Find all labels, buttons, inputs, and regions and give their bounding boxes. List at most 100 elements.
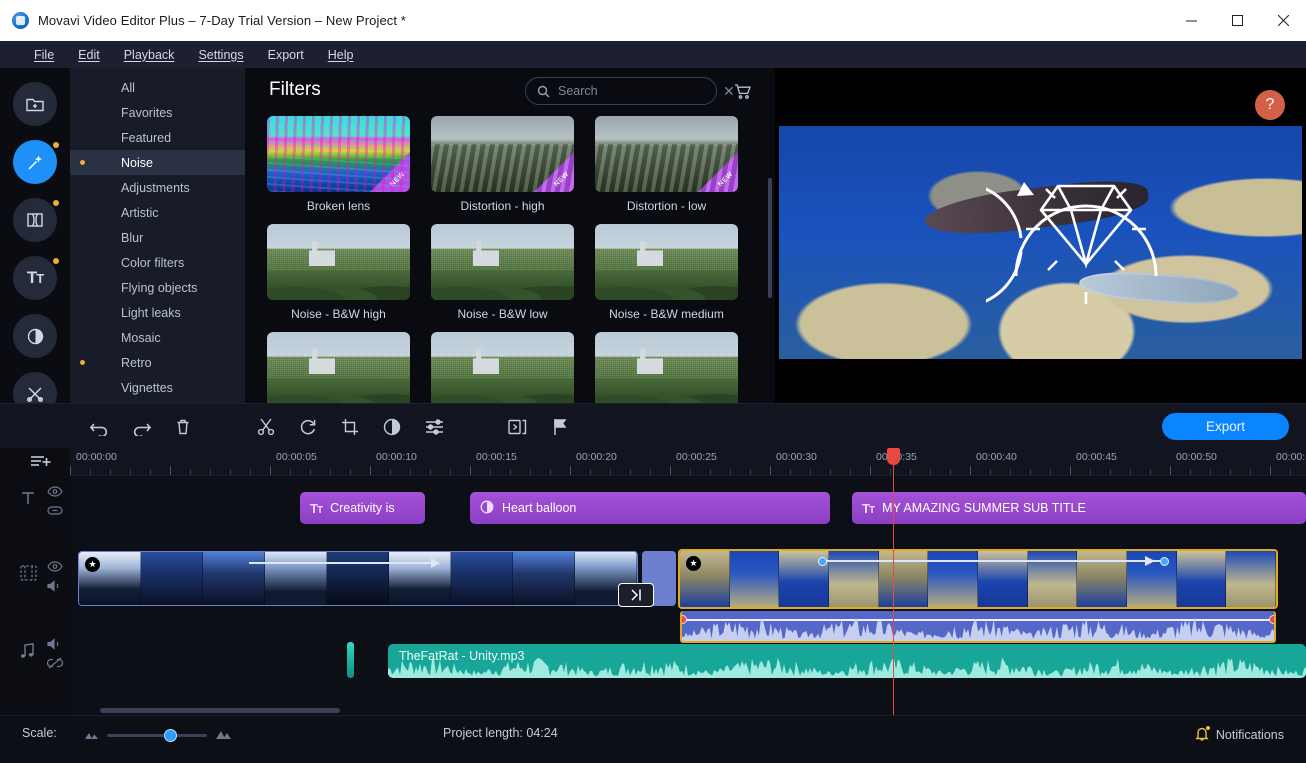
new-badge-label: NEW bbox=[389, 170, 407, 189]
speaker-icon[interactable] bbox=[47, 638, 63, 650]
film-strip-icon[interactable] bbox=[20, 565, 37, 581]
title-clip-sub-title[interactable]: TT MY AMAZING SUMMER SUB TITLE bbox=[852, 492, 1306, 524]
video-clip-concert[interactable]: ★ bbox=[78, 551, 638, 606]
link-broken-icon[interactable] bbox=[47, 657, 63, 669]
close-icon[interactable] bbox=[1260, 0, 1306, 41]
category-flying-objects[interactable]: Flying objects bbox=[70, 275, 245, 300]
crop-icon[interactable] bbox=[339, 416, 361, 438]
filter-thumbnail[interactable] bbox=[267, 332, 410, 403]
transition-chevron-icon[interactable] bbox=[618, 583, 654, 607]
filter-cell[interactable]: Noise - B&W medium bbox=[595, 224, 738, 321]
filter-cell[interactable]: NEW Distortion - high bbox=[431, 116, 574, 213]
category-artistic[interactable]: Artistic bbox=[70, 200, 245, 225]
filter-thumbnail[interactable]: NEW bbox=[267, 116, 410, 192]
filter-cell[interactable]: Noise - B&W high bbox=[267, 224, 410, 321]
rail-item-stickers[interactable] bbox=[13, 314, 57, 358]
color-contrast-icon[interactable] bbox=[381, 416, 403, 438]
video-frame[interactable] bbox=[779, 126, 1302, 359]
category-all[interactable]: All bbox=[70, 75, 245, 100]
fade-handle-right[interactable] bbox=[1269, 615, 1274, 624]
menu-file[interactable]: File bbox=[22, 44, 66, 66]
filter-thumbnail[interactable] bbox=[595, 224, 738, 300]
add-track-icon[interactable] bbox=[30, 453, 51, 476]
playhead-handle[interactable] bbox=[887, 448, 900, 465]
search-input[interactable] bbox=[536, 84, 719, 98]
menu-playback[interactable]: Playback bbox=[112, 44, 187, 66]
audio-clip-unity[interactable]: TheFatRat - Unity.mp3 bbox=[388, 644, 1306, 678]
filter-cell[interactable] bbox=[431, 332, 574, 403]
keyframe-dot[interactable] bbox=[818, 556, 827, 566]
filter-cell[interactable]: Noise - B&W low bbox=[431, 224, 574, 321]
rotate-icon[interactable] bbox=[297, 416, 319, 438]
star-icon[interactable]: ★ bbox=[686, 556, 701, 571]
filter-cell[interactable] bbox=[267, 332, 410, 403]
category-adjustments[interactable]: Adjustments bbox=[70, 175, 245, 200]
video-clip-aquarium[interactable]: ★ bbox=[678, 549, 1278, 609]
trash-icon[interactable] bbox=[172, 416, 194, 438]
category-noise[interactable]: Noise bbox=[70, 150, 245, 175]
category-light-leaks[interactable]: Light leaks bbox=[70, 300, 245, 325]
rail-item-import-media[interactable] bbox=[13, 82, 57, 126]
transition-panel-icon[interactable] bbox=[506, 416, 528, 438]
maximize-icon[interactable] bbox=[1214, 0, 1260, 41]
ruler-tick bbox=[170, 466, 171, 475]
minimize-icon[interactable] bbox=[1168, 0, 1214, 41]
eye-icon[interactable] bbox=[47, 561, 63, 572]
scale-track[interactable] bbox=[107, 728, 207, 742]
speaker-icon[interactable] bbox=[47, 580, 63, 592]
title-clip-heart-balloon[interactable]: Heart balloon bbox=[470, 492, 830, 524]
rail-item-titles[interactable]: TT bbox=[13, 256, 59, 300]
rail-item-transitions[interactable] bbox=[13, 198, 59, 242]
filter-cell[interactable]: NEW Distortion - low bbox=[595, 116, 738, 213]
menu-help[interactable]: Help bbox=[316, 44, 366, 66]
clip-audio-subtrack[interactable] bbox=[680, 611, 1276, 643]
rail-item-filters[interactable] bbox=[13, 140, 59, 184]
redo-arrow-icon[interactable] bbox=[130, 416, 152, 438]
diamond-gem-sticker[interactable] bbox=[986, 144, 1186, 340]
scale-knob[interactable] bbox=[164, 728, 177, 742]
filter-thumbnail[interactable] bbox=[267, 224, 410, 300]
category-blur[interactable]: Blur bbox=[70, 225, 245, 250]
sliders-icon[interactable] bbox=[423, 416, 445, 438]
zoom-out-mountain-icon[interactable] bbox=[85, 726, 98, 744]
export-button[interactable]: Export bbox=[1162, 413, 1289, 440]
category-featured[interactable]: Featured bbox=[70, 125, 245, 150]
title-clip-creativity[interactable]: TT Creativity is bbox=[300, 492, 425, 524]
music-note-icon[interactable] bbox=[20, 643, 35, 659]
filter-thumbnail[interactable]: NEW bbox=[595, 116, 738, 192]
filter-thumbnail[interactable]: NEW bbox=[431, 116, 574, 192]
zoom-in-mountain-icon[interactable] bbox=[216, 726, 231, 744]
audio-marker[interactable] bbox=[347, 642, 354, 678]
scale-slider[interactable] bbox=[85, 726, 231, 744]
link-icon[interactable] bbox=[47, 505, 63, 516]
menu-edit[interactable]: Edit bbox=[66, 44, 112, 66]
title-T-icon[interactable] bbox=[20, 490, 36, 506]
keyframe-dot[interactable] bbox=[1160, 556, 1169, 566]
cart-icon[interactable] bbox=[733, 82, 752, 106]
filter-thumbnail[interactable] bbox=[595, 332, 738, 403]
menu-export[interactable]: Export bbox=[256, 44, 316, 66]
help-question-icon[interactable]: ? bbox=[1255, 90, 1285, 120]
filter-thumbnail[interactable] bbox=[431, 224, 574, 300]
category-favorites[interactable]: Favorites bbox=[70, 100, 245, 125]
filter-cell[interactable] bbox=[595, 332, 738, 403]
undo-arrow-icon[interactable] bbox=[88, 416, 110, 438]
panel-scrollbar[interactable] bbox=[768, 178, 772, 298]
notifications-button[interactable]: Notifications bbox=[1195, 726, 1284, 744]
scissors-icon[interactable] bbox=[255, 416, 277, 438]
category-retro[interactable]: Retro bbox=[70, 350, 245, 375]
filter-cell[interactable]: NEW Broken lens bbox=[267, 116, 410, 213]
eye-icon[interactable] bbox=[47, 486, 63, 497]
playhead[interactable] bbox=[887, 448, 900, 715]
search-box[interactable]: ✕ bbox=[525, 77, 735, 105]
timeline-ruler[interactable]: 00:00:00 00:00:05 00:00:10 00:00:15 00:0… bbox=[70, 448, 1306, 476]
category-color-filters[interactable]: Color filters bbox=[70, 250, 245, 275]
flag-marker-icon[interactable] bbox=[549, 416, 571, 438]
star-icon[interactable]: ★ bbox=[85, 557, 100, 572]
timeline-horizontal-scrollbar[interactable] bbox=[100, 708, 340, 713]
ruler-tick bbox=[1090, 469, 1091, 475]
category-vignettes[interactable]: Vignettes bbox=[70, 375, 245, 400]
filter-thumbnail[interactable] bbox=[431, 332, 574, 403]
category-mosaic[interactable]: Mosaic bbox=[70, 325, 245, 350]
menu-settings[interactable]: Settings bbox=[186, 44, 255, 66]
